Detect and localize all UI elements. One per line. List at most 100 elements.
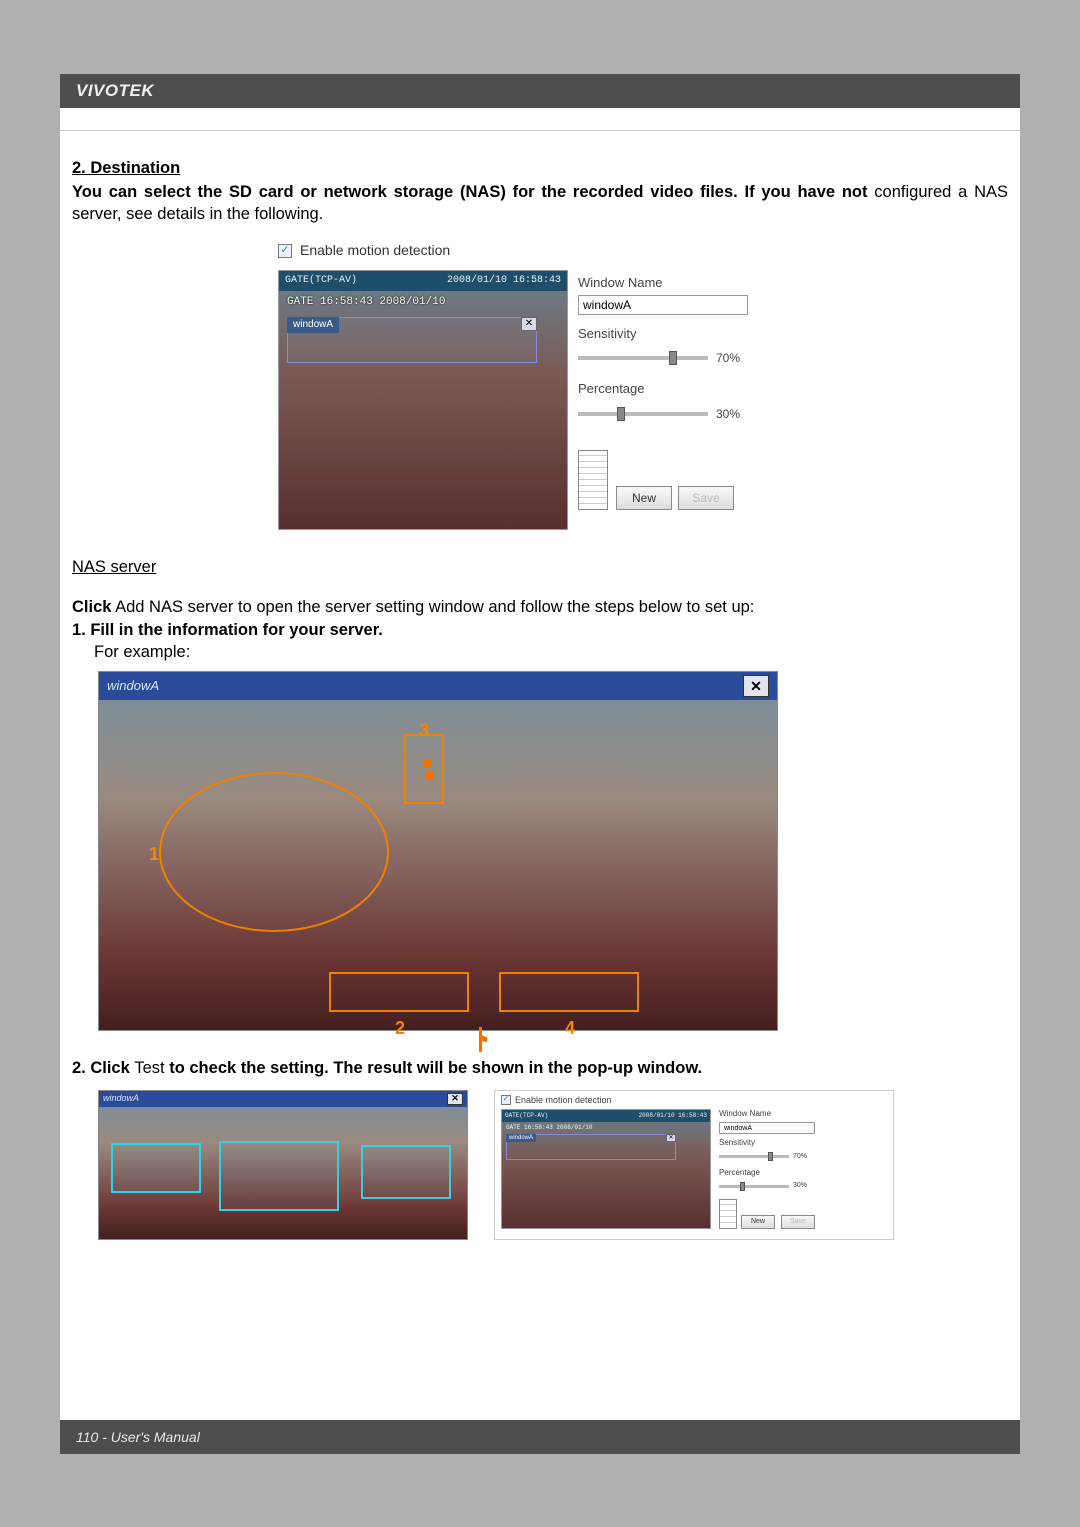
section-paragraph: You can select the SD card or network st…: [72, 181, 1008, 226]
annotation-number-3: 3: [419, 718, 429, 742]
video-preview-small[interactable]: GATE(TCP-AV) 2008/01/10 16:58:43 GATE 16…: [501, 1109, 711, 1229]
step2-line: 2. Click Test to check the setting. The …: [72, 1057, 1008, 1079]
annotation-number-4: 4: [565, 1016, 575, 1040]
flag-icon: ⚑: [477, 1031, 490, 1050]
preview-titlebar: GATE(TCP-AV) 2008/01/10 16:58:43: [502, 1110, 710, 1122]
detection-box: [219, 1141, 339, 1211]
manual-page: VIVOTEK 2. Destination You can select th…: [60, 74, 1020, 1454]
motion-window-label: windowA: [506, 1134, 536, 1142]
new-button[interactable]: New: [616, 486, 672, 510]
close-icon[interactable]: ✕: [666, 1134, 676, 1142]
preview-title-right: 2008/01/10 16:58:43: [639, 1112, 707, 1120]
save-button[interactable]: Save: [781, 1215, 815, 1229]
annotation-box-2: [329, 972, 469, 1012]
footer-text: 110 - User's Manual: [76, 1429, 200, 1445]
detection-box: [361, 1145, 451, 1199]
motion-histogram: [578, 450, 608, 510]
brand-text: VIVOTEK: [76, 81, 154, 101]
fig3a-title: windowA: [103, 1092, 139, 1104]
marker-dot: [424, 760, 432, 768]
video-preview[interactable]: GATE(TCP-AV) 2008/01/10 16:58:43 GATE 16…: [278, 270, 568, 530]
preview-osd-text: GATE 16:58:43 2008/01/10: [506, 1124, 592, 1132]
histogram-button-row: New Save: [719, 1199, 887, 1229]
marker-dot: [426, 772, 434, 780]
window-name-label: Window Name: [719, 1109, 887, 1120]
sensitivity-slider[interactable]: [578, 356, 708, 360]
section-destination: 2. Destination You can select the SD car…: [72, 157, 1008, 226]
enable-motion-checkbox[interactable]: ✓: [278, 244, 292, 258]
nas-step1: 1. Fill in the information for your serv…: [72, 619, 1008, 641]
percentage-label: Percentage: [719, 1168, 887, 1179]
figure-motion-ui-small: ✓ Enable motion detection GATE(TCP-AV) 2…: [494, 1090, 894, 1240]
sensitivity-label: Sensitivity: [719, 1138, 887, 1149]
enable-motion-row-small: ✓ Enable motion detection: [495, 1091, 893, 1109]
window-name-input[interactable]: [578, 295, 748, 315]
enable-motion-label: Enable motion detection: [300, 241, 450, 260]
detection-box: [111, 1143, 201, 1193]
nas-section: NAS server Click Add NAS server to open …: [72, 556, 1008, 663]
percentage-label: Percentage: [578, 380, 802, 398]
figure-motion-detection-ui: ✓ Enable motion detection GATE(TCP-AV) 2…: [270, 235, 810, 538]
motion-window-label: windowA: [287, 317, 339, 333]
nas-line1-lead: Click: [72, 598, 111, 616]
annotation-box-3: [404, 734, 444, 804]
enable-motion-row: ✓ Enable motion detection: [270, 235, 810, 270]
figure-preview-small: windowA ✕: [98, 1090, 468, 1240]
nas-step1-example: For example:: [72, 641, 1008, 663]
window-name-label: Window Name: [578, 274, 802, 292]
section-title: 2. Destination: [72, 159, 180, 177]
motion-window[interactable]: windowA ✕: [506, 1134, 676, 1160]
step2-lead: 2. Click: [72, 1059, 134, 1077]
percentage-slider-row: 30%: [578, 406, 802, 422]
close-icon[interactable]: ✕: [521, 317, 537, 331]
fig3a-titlebar: windowA ✕: [99, 1091, 467, 1107]
close-icon[interactable]: ✕: [447, 1093, 463, 1105]
motion-histogram: [719, 1199, 737, 1229]
nas-line1: Click Add NAS server to open the server …: [72, 596, 1008, 618]
sensitivity-value: 70%: [793, 1152, 807, 1161]
figure-annotated-preview: windowA ✕ 1 2 3 4 ⚑: [98, 671, 778, 1031]
step2-mid: Test: [134, 1059, 164, 1077]
close-icon[interactable]: ✕: [743, 675, 769, 697]
percentage-value: 30%: [793, 1181, 807, 1190]
sensitivity-slider-row: 70%: [719, 1152, 887, 1161]
window-name-input[interactable]: [719, 1122, 815, 1134]
percentage-slider-row: 30%: [719, 1181, 887, 1190]
motion-window[interactable]: windowA ✕: [287, 317, 537, 363]
percentage-slider[interactable]: [719, 1185, 789, 1188]
fig1-body: GATE(TCP-AV) 2008/01/10 16:58:43 GATE 16…: [270, 270, 810, 538]
preview-title-left: GATE(TCP-AV): [285, 274, 357, 288]
save-button[interactable]: Save: [678, 486, 734, 510]
percentage-slider[interactable]: [578, 412, 708, 416]
step2-tail: to check the setting. The result will be…: [165, 1059, 703, 1077]
sensitivity-slider[interactable]: [719, 1155, 789, 1158]
page-content: 2. Destination You can select the SD car…: [60, 131, 1020, 1252]
percentage-value: 30%: [716, 406, 740, 422]
motion-settings-panel-small: Window Name Sensitivity 70% Percentage 3…: [719, 1109, 887, 1235]
fig2-titlebar: windowA ✕: [99, 672, 777, 700]
preview-title-left: GATE(TCP-AV): [505, 1112, 548, 1120]
new-button[interactable]: New: [741, 1215, 775, 1229]
motion-settings-panel: Window Name Sensitivity 70% Percentage 3…: [578, 270, 802, 530]
histogram-button-row: New Save: [578, 450, 802, 510]
enable-motion-checkbox[interactable]: ✓: [501, 1095, 511, 1105]
sensitivity-slider-row: 70%: [578, 350, 802, 366]
annotation-ellipse-1: [159, 772, 389, 932]
figure-row-3: windowA ✕ ✓ Enable motion detection GATE…: [98, 1090, 1008, 1240]
sensitivity-value: 70%: [716, 350, 740, 366]
enable-motion-label: Enable motion detection: [515, 1094, 612, 1106]
fig2-title: windowA: [107, 677, 159, 695]
preview-title-right: 2008/01/10 16:58:43: [447, 274, 561, 288]
fig3b-body: GATE(TCP-AV) 2008/01/10 16:58:43 GATE 16…: [495, 1109, 893, 1239]
page-footer: 110 - User's Manual: [60, 1420, 1020, 1454]
para-bold: You can select the SD card or network st…: [72, 183, 874, 201]
sensitivity-label: Sensitivity: [578, 325, 802, 343]
page-header: VIVOTEK: [60, 74, 1020, 108]
preview-osd-text: GATE 16:58:43 2008/01/10: [287, 295, 445, 310]
nas-line1-tail: Add NAS server to open the server settin…: [111, 598, 754, 616]
preview-titlebar: GATE(TCP-AV) 2008/01/10 16:58:43: [279, 271, 567, 291]
annotation-number-2: 2: [395, 1016, 405, 1040]
annotation-number-1: 1: [149, 842, 159, 866]
nas-heading: NAS server: [72, 558, 156, 576]
annotation-box-4: [499, 972, 639, 1012]
